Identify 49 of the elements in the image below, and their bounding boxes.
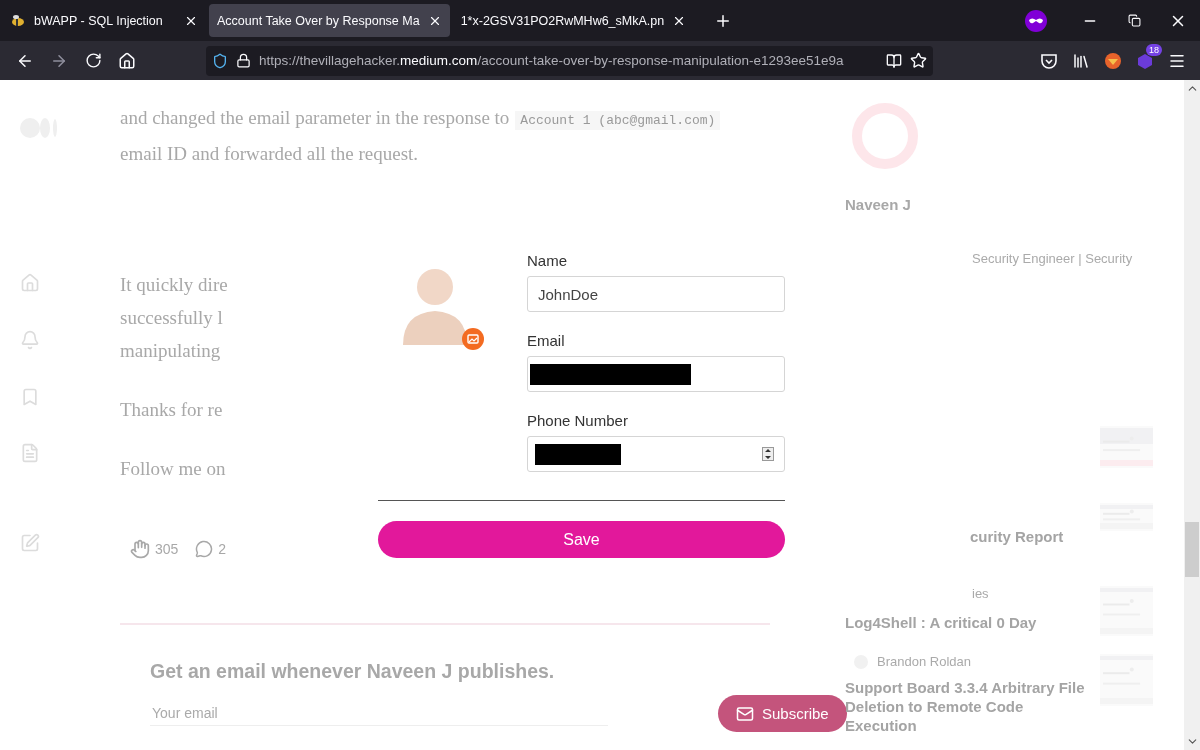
library-icon[interactable] — [1072, 51, 1090, 70]
story-meta: ies — [972, 586, 989, 601]
scrollbar-thumb[interactable] — [1185, 522, 1199, 577]
browser-tab[interactable]: 1*x-2GSV31PO2RwMHw6_sMkA.pn — [452, 4, 695, 37]
home-icon[interactable] — [118, 51, 136, 70]
paragraph-text: email ID and forwarded all the request. — [120, 142, 419, 166]
field-label: Phone Number — [527, 412, 628, 429]
paragraph-text: successfully l — [120, 306, 223, 330]
mail-icon — [736, 704, 754, 723]
paragraph-text: Thanks for re — [120, 398, 223, 422]
input-field[interactable]: JohnDoe — [527, 276, 785, 312]
bee-icon — [10, 12, 26, 29]
paragraph-text: manipulating — [120, 339, 221, 363]
field-label: Email — [527, 332, 565, 349]
spinner-arrows-icon[interactable] — [762, 447, 774, 461]
number-field[interactable] — [527, 436, 785, 472]
email-field[interactable]: Your email — [150, 701, 608, 726]
story-title[interactable]: curity Report — [970, 527, 1064, 546]
pocket-icon[interactable] — [1040, 51, 1058, 70]
shield-icon[interactable] — [212, 52, 228, 69]
extension-badge: 18 — [1146, 43, 1162, 56]
response-count: 2 — [218, 541, 227, 557]
restore-icon[interactable] — [1127, 14, 1141, 27]
save-button[interactable]: Save — [378, 521, 785, 558]
mask-icon[interactable] — [1025, 9, 1047, 32]
author-bio: Security Engineer | Security — [972, 251, 1133, 266]
browser-tab[interactable]: bWAPP - SQL Injection — [2, 4, 206, 37]
subscribe-button[interactable]: Subscribe — [718, 695, 847, 732]
star-icon[interactable] — [910, 52, 927, 69]
field-label: Name — [527, 252, 567, 269]
lock-icon[interactable] — [236, 53, 251, 68]
input-field[interactable] — [527, 356, 785, 392]
clap-count: 305 — [155, 541, 179, 557]
browser-tab[interactable]: Account Take Over by Response Ma — [209, 4, 450, 37]
inline-code: Account 1 (abc@gmail.com) — [515, 111, 721, 130]
story-title[interactable]: Log4Shell : A critical 0 Day — [845, 613, 1037, 632]
paragraph-text: It quickly dire — [120, 273, 228, 297]
reader-view-icon[interactable] — [886, 52, 902, 69]
reload-icon[interactable] — [84, 52, 102, 69]
address-bar[interactable]: https://thevillagehacker.medium.com/account-take-over-by-response-manipulation-e1293ee51e9a — [206, 45, 933, 76]
url-text: https://thevillagehacker.medium.com/account-take-over-by-response-manipulation-e1293ee51e9a — [259, 53, 845, 68]
story-author[interactable]: Brandon Roldan — [877, 654, 971, 669]
author-name[interactable]: Naveen J — [845, 196, 911, 213]
paragraph-text: Follow me on — [120, 457, 226, 481]
extension-icon[interactable] — [1136, 51, 1154, 70]
paragraph-text: and changed the email parameter in the response to — [120, 107, 510, 128]
image-badge-icon[interactable] — [462, 328, 484, 350]
story-title[interactable]: Support Board 3.3.4 Arbitrary File Deletion to Remote Code Execution — [845, 678, 1095, 735]
subscribe-heading: Get an email whenever Naveen J publishes. — [150, 660, 555, 683]
